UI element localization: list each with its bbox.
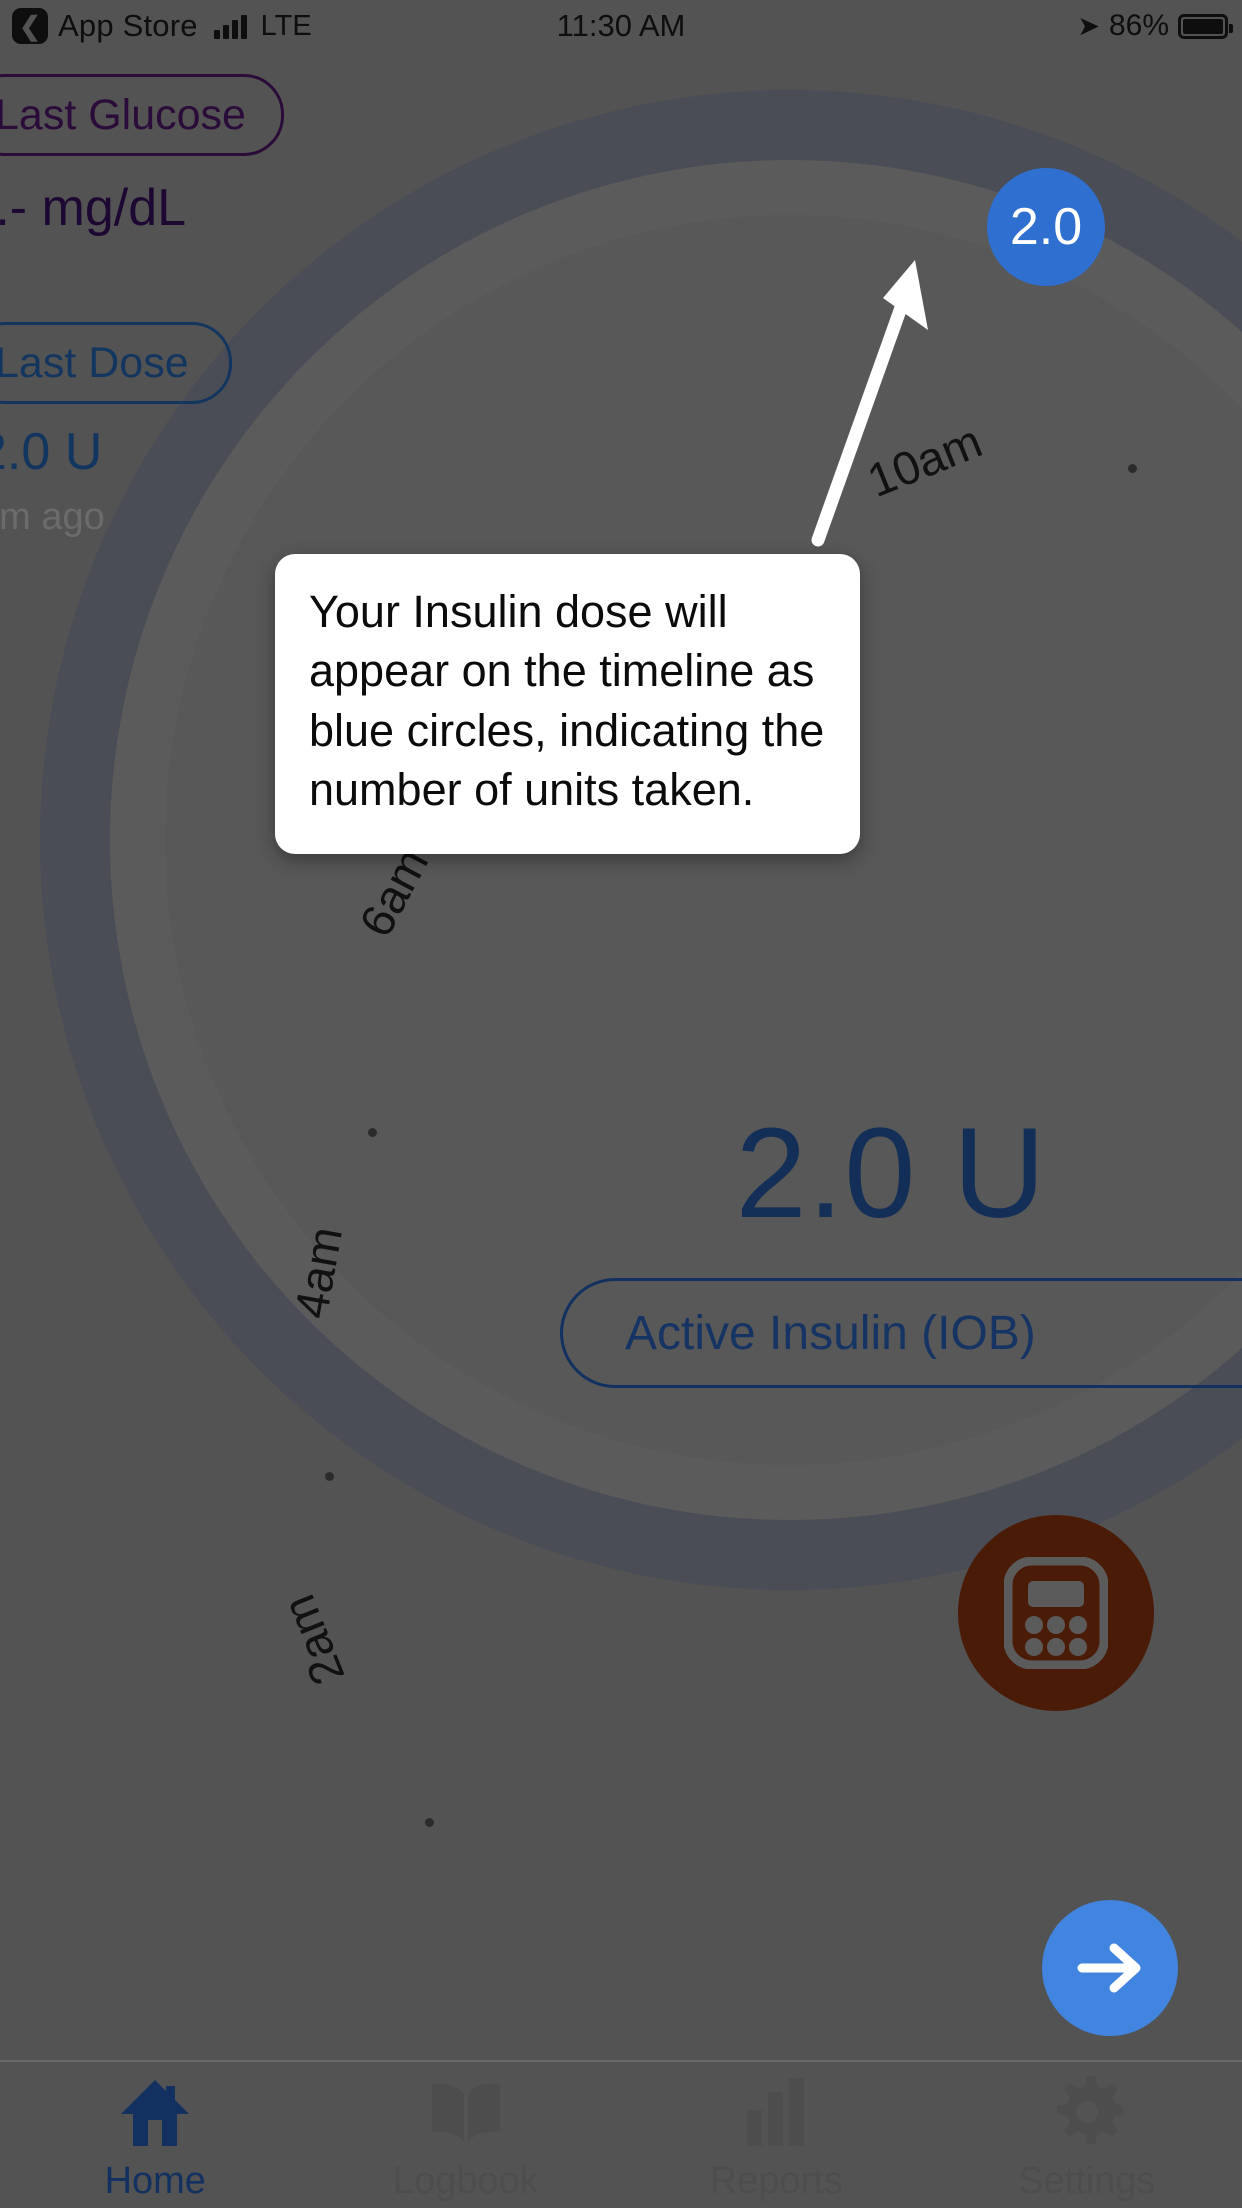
coach-mark-next-button[interactable]	[1042, 1900, 1178, 2036]
tab-settings[interactable]: Settings	[932, 2062, 1242, 2208]
last-glucose-value: -.- mg/dL	[0, 179, 187, 237]
last-glucose-title-pill: Last Glucose	[0, 74, 284, 156]
gear-icon	[1051, 2074, 1123, 2148]
tab-reports-label: Reports	[709, 2159, 843, 2202]
battery-icon	[1178, 13, 1233, 39]
calculator-icon	[1004, 1557, 1108, 1669]
iob-label: Active Insulin (IOB)	[625, 1306, 1036, 1360]
dial-tick-dot	[425, 1818, 434, 1827]
last-dose-value: 2.0 U	[0, 423, 103, 481]
tab-reports[interactable]: Reports	[621, 2062, 932, 2208]
dose-bubble-value: 2.0	[1009, 198, 1083, 256]
iob-value: 2.0 U	[735, 1102, 1047, 1245]
last-dose-card[interactable]: Last Dose 2.0 U 0m ago	[0, 322, 232, 539]
dose-bubble-2-0[interactable]: 2.0	[987, 168, 1105, 286]
coach-mark-tooltip: Your Insulin dose will appear on the tim…	[275, 554, 860, 854]
last-dose-time-ago: 0m ago	[0, 496, 105, 538]
last-glucose-label: Last Glucose	[0, 90, 246, 139]
tab-logbook[interactable]: Logbook	[311, 2062, 622, 2208]
dial-tick-dot	[325, 1472, 334, 1481]
app-screen: ❮ App Store LTE 11:30 AM ➤ 86% Last Gluc…	[0, 0, 1242, 2208]
last-dose-title-pill: Last Dose	[0, 322, 232, 404]
dial-tick-dot	[368, 1128, 377, 1137]
location-arrow-icon: ➤	[1077, 10, 1100, 41]
tab-settings-label: Settings	[1018, 2159, 1156, 2202]
tab-home-label: Home	[104, 2159, 206, 2202]
bottom-tab-bar: Home Logbook Reports Settings	[0, 2060, 1242, 2208]
coach-mark-text: Your Insulin dose will appear on the tim…	[309, 586, 825, 816]
tab-logbook-label: Logbook	[392, 2159, 539, 2202]
bar-chart-icon	[741, 2074, 811, 2148]
arrow-right-icon	[1077, 1943, 1141, 1993]
dial-tick-dot	[1128, 464, 1137, 473]
last-glucose-card[interactable]: Last Glucose -.- mg/dL	[0, 74, 284, 238]
coach-pointer-arrow-icon	[811, 260, 928, 547]
home-icon	[119, 2074, 191, 2148]
last-dose-label: Last Dose	[0, 338, 189, 387]
bolus-calculator-button[interactable]	[958, 1515, 1154, 1711]
status-bar-time: 11:30 AM	[556, 8, 686, 43]
book-icon	[428, 2074, 504, 2148]
tab-home[interactable]: Home	[0, 2062, 311, 2208]
status-bar: ❮ App Store LTE 11:30 AM ➤ 86%	[0, 0, 1242, 52]
iob-label-pill[interactable]: Active Insulin (IOB)	[560, 1278, 1242, 1388]
